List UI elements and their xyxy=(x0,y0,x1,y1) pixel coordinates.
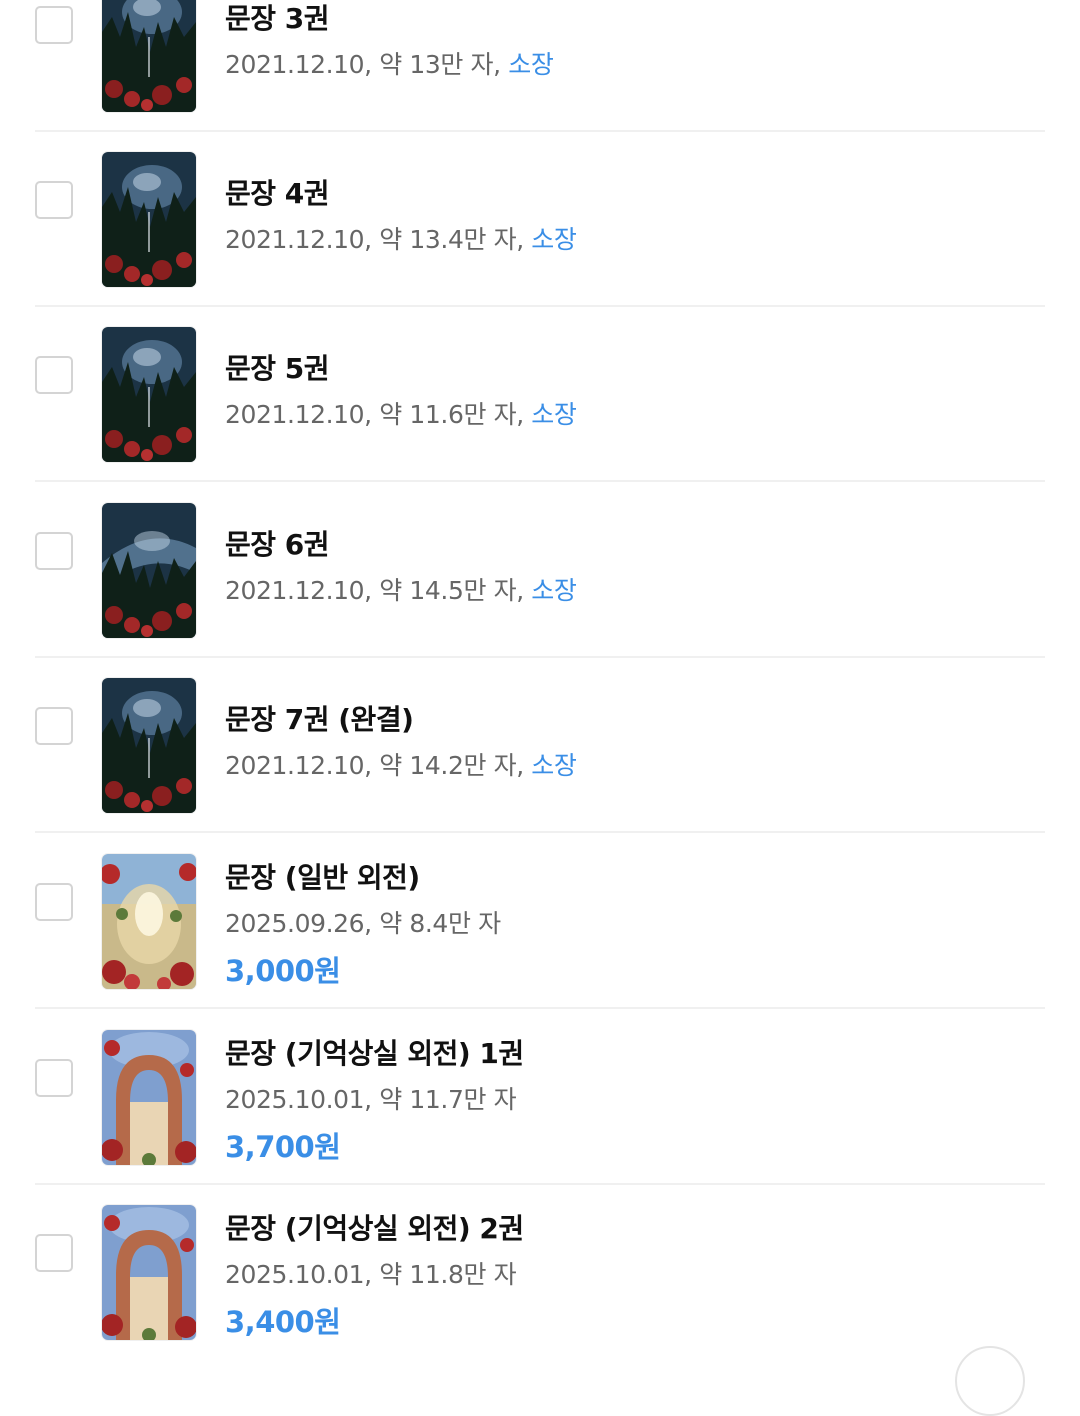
book-title[interactable]: 문장 4권 xyxy=(225,172,330,212)
book-title[interactable]: 문장 7권 (완결) xyxy=(225,698,414,738)
book-size: 약 11.8만 자 xyxy=(379,1260,517,1289)
owned-status-link[interactable]: 소장 xyxy=(531,751,577,780)
list-item[interactable]: 문장 6권 2021.12.10, 약 14.5만 자, 소장 xyxy=(35,483,1045,658)
book-meta: 2021.12.10, 약 13.4만 자, 소장 xyxy=(225,225,577,254)
book-cover[interactable] xyxy=(102,854,196,989)
book-title[interactable]: 문장 3권 xyxy=(225,0,330,37)
owned-status-link[interactable]: 소장 xyxy=(531,400,577,429)
book-size: 약 14.2만 자 xyxy=(379,751,517,780)
book-date: 2025.10.01 xyxy=(225,1260,365,1289)
owned-status-link[interactable]: 소장 xyxy=(531,225,577,254)
book-meta: 2021.12.10, 약 11.6만 자, 소장 xyxy=(225,400,577,429)
book-cover[interactable] xyxy=(102,152,196,287)
book-title[interactable]: 문장 5권 xyxy=(225,347,330,387)
book-price[interactable]: 3,400원 xyxy=(225,1299,341,1341)
book-date: 2025.10.01 xyxy=(225,1085,365,1114)
book-cover[interactable] xyxy=(102,678,196,813)
book-title[interactable]: 문장 (일반 외전) xyxy=(225,856,420,896)
select-checkbox[interactable] xyxy=(35,883,73,921)
book-title[interactable]: 문장 (기억상실 외전) 2권 xyxy=(225,1207,524,1247)
book-cover[interactable] xyxy=(102,503,196,638)
select-checkbox[interactable] xyxy=(35,356,73,394)
book-cover[interactable] xyxy=(102,0,196,112)
list-item[interactable]: 문장 4권 2021.12.10, 약 13.4만 자, 소장 xyxy=(35,132,1045,307)
select-checkbox[interactable] xyxy=(35,181,73,219)
book-meta: 2021.12.10, 약 14.5만 자, 소장 xyxy=(225,576,577,605)
book-meta: 2021.12.10, 약 14.2만 자, 소장 xyxy=(225,751,577,780)
owned-status-link[interactable]: 소장 xyxy=(531,576,577,605)
book-size: 약 13.4만 자 xyxy=(379,225,517,254)
select-checkbox[interactable] xyxy=(35,1234,73,1272)
book-date: 2021.12.10 xyxy=(225,751,365,780)
floating-scroll-button[interactable] xyxy=(955,1346,1025,1416)
list-item[interactable]: 문장 (기억상실 외전) 1권 2025.10.01, 약 11.7만 자 3,… xyxy=(35,1010,1045,1185)
list-item[interactable]: 문장 5권 2021.12.10, 약 11.6만 자, 소장 xyxy=(35,307,1045,482)
book-date: 2021.12.10 xyxy=(225,400,365,429)
book-size: 약 13만 자 xyxy=(379,50,494,79)
book-date: 2025.09.26 xyxy=(225,909,365,938)
list-item[interactable]: 문장 (기억상실 외전) 2권 2025.10.01, 약 11.8만 자 3,… xyxy=(35,1185,1045,1360)
book-title[interactable]: 문장 (기억상실 외전) 1권 xyxy=(225,1032,524,1072)
book-size: 약 11.6만 자 xyxy=(379,400,517,429)
book-date: 2021.12.10 xyxy=(225,576,365,605)
book-size: 약 14.5만 자 xyxy=(379,576,517,605)
book-size: 약 8.4만 자 xyxy=(379,909,501,938)
book-meta: 2025.10.01, 약 11.8만 자 xyxy=(225,1260,517,1289)
book-title[interactable]: 문장 6권 xyxy=(225,523,330,563)
select-checkbox[interactable] xyxy=(35,1059,73,1097)
book-cover[interactable] xyxy=(102,1030,196,1165)
book-size: 약 11.7만 자 xyxy=(379,1085,517,1114)
book-price[interactable]: 3,000원 xyxy=(225,948,341,990)
book-price[interactable]: 3,700원 xyxy=(225,1124,341,1166)
book-meta: 2025.09.26, 약 8.4만 자 xyxy=(225,909,501,938)
book-cover[interactable] xyxy=(102,1205,196,1340)
select-checkbox[interactable] xyxy=(35,6,73,44)
select-checkbox[interactable] xyxy=(35,532,73,570)
book-meta: 2021.12.10, 약 13만 자, 소장 xyxy=(225,50,554,79)
book-cover[interactable] xyxy=(102,327,196,462)
select-checkbox[interactable] xyxy=(35,707,73,745)
book-date: 2021.12.10 xyxy=(225,50,365,79)
list-item[interactable]: 문장 7권 (완결) 2021.12.10, 약 14.2만 자, 소장 xyxy=(35,658,1045,833)
owned-status-link[interactable]: 소장 xyxy=(508,50,554,79)
list-item[interactable]: 문장 3권 2021.12.10, 약 13만 자, 소장 xyxy=(35,0,1045,132)
list-item[interactable]: 문장 (일반 외전) 2025.09.26, 약 8.4만 자 3,000원 xyxy=(35,834,1045,1009)
book-meta: 2025.10.01, 약 11.7만 자 xyxy=(225,1085,517,1114)
book-date: 2021.12.10 xyxy=(225,225,365,254)
